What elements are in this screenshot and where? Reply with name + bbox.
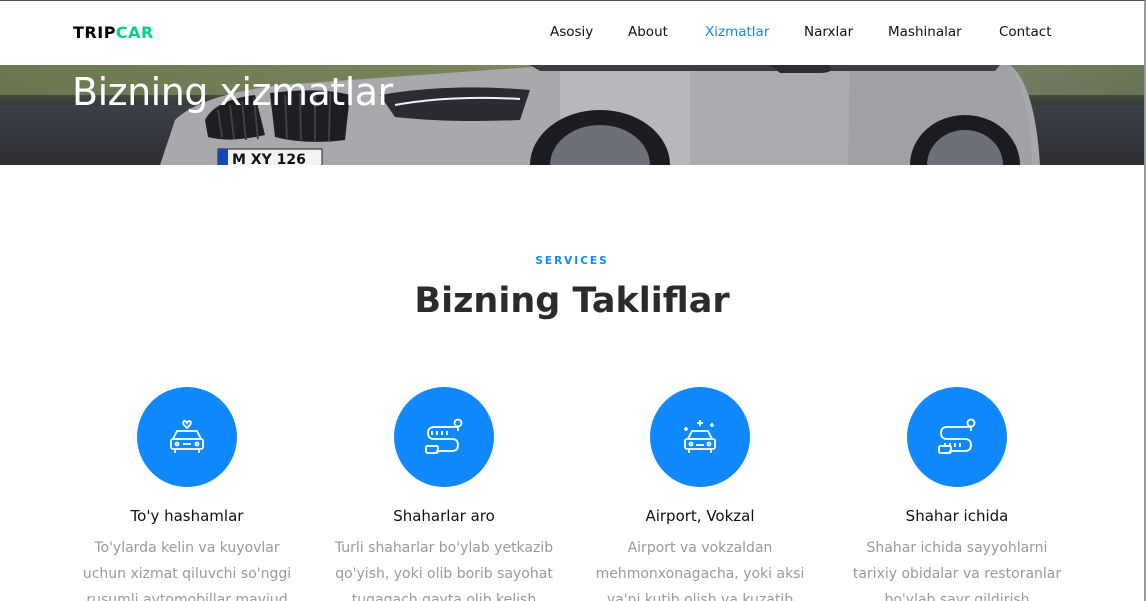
service-icon-circle <box>137 387 237 487</box>
service-description: Shahar ichida sayyohlarni tarixiy obidal… <box>852 540 1062 601</box>
service-card-wedding: To'y hashamlar To'ylarda kelin va kuyovl… <box>71 387 303 601</box>
nav-item-narxlar[interactable]: Narxlar <box>804 24 853 40</box>
section-subheading: SERVICES <box>535 255 609 267</box>
service-icon-circle <box>907 387 1007 487</box>
service-title: Shahar ichida <box>905 507 1009 525</box>
service-icon-circle <box>394 387 494 487</box>
service-description: Airport va vokzaldan mehmonxonagacha, yo… <box>595 540 805 601</box>
nav-item-mashinalar[interactable]: Mashinalar <box>888 24 962 40</box>
service-title: To'y hashamlar <box>130 507 244 525</box>
service-card-airport: Airport, Vokzal Airport va vokzaldan meh… <box>584 387 816 601</box>
navbar: TRIPCAR Asosiy About Xizmatlar Narxlar M… <box>0 1 1144 65</box>
brand-logo-part2: CAR <box>115 23 154 42</box>
page-title: Bizning xizmatlar <box>72 70 393 114</box>
service-card-intercity: Shaharlar aro Turli shaharlar bo'ylab ye… <box>328 387 560 601</box>
city-route-icon <box>938 418 976 454</box>
section-heading: Bizning Takliflar <box>414 281 730 321</box>
brand-logo[interactable]: TRIPCAR <box>73 23 154 42</box>
nav-item-asosiy[interactable]: Asosiy <box>550 24 593 40</box>
service-card-city: Shahar ichida Shahar ichida sayyohlarni … <box>841 387 1073 601</box>
service-description: To'ylarda kelin va kuyovlar uchun xizmat… <box>82 540 292 601</box>
nav-item-about[interactable]: About <box>628 24 668 40</box>
page: TRIPCAR Asosiy About Xizmatlar Narxlar M… <box>0 0 1146 601</box>
nav-item-xizmatlar[interactable]: Xizmatlar <box>705 24 769 40</box>
service-description: Turli shaharlar bo'ylab yetkazib qo'yish… <box>334 540 554 601</box>
wedding-car-icon <box>170 420 204 453</box>
nav-item-contact[interactable]: Contact <box>999 24 1052 40</box>
service-icon-circle <box>650 387 750 487</box>
shiny-car-icon <box>684 420 716 453</box>
service-title: Shaharlar aro <box>393 507 495 525</box>
brand-logo-part1: TRIP <box>73 23 116 42</box>
route-icon <box>425 418 463 454</box>
license-plate: M XY 126 <box>232 152 306 165</box>
main-nav: Asosiy About Xizmatlar Narxlar Mashinala… <box>550 24 1144 44</box>
service-title: Airport, Vokzal <box>645 507 755 525</box>
hero-banner: M XY 126 Bizning xizmatlar <box>0 65 1144 165</box>
